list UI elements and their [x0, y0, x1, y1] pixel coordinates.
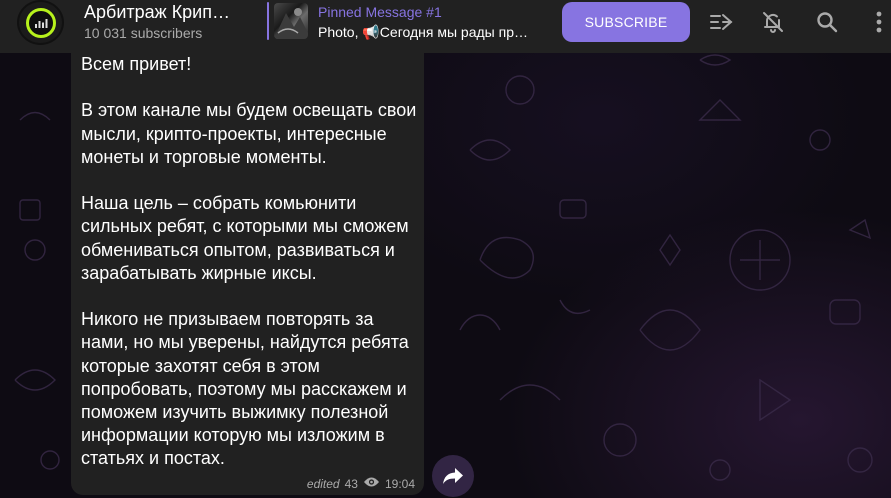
- pinned-indicator: [267, 2, 269, 40]
- live-stream-icon[interactable]: [708, 9, 734, 35]
- channel-header: Арбитраж Крип… 10 031 subscribers Pinned…: [0, 0, 891, 53]
- message-meta: edited 43 19:04: [307, 476, 415, 491]
- edited-label: edited: [306, 476, 340, 491]
- pinned-title: Pinned Message #1: [318, 4, 442, 20]
- more-vertical-icon[interactable]: [866, 9, 891, 35]
- mute-bell-icon[interactable]: [760, 9, 786, 35]
- channel-title[interactable]: Арбитраж Крип…: [84, 2, 230, 23]
- message-text: Всем привет! В этом канале мы будем осве…: [81, 54, 417, 469]
- chart-logo-icon: [25, 7, 56, 38]
- subscribe-button[interactable]: SUBSCRIBE: [562, 2, 690, 42]
- message-bubble[interactable]: Всем привет! В этом канале мы будем осве…: [71, 53, 424, 495]
- pinned-message[interactable]: Pinned Message #1 Photo, 📢Сегодня мы рад…: [267, 0, 547, 42]
- search-icon[interactable]: [814, 9, 840, 35]
- message-time: 19:04: [384, 476, 415, 491]
- channel-avatar[interactable]: [17, 0, 64, 45]
- forward-button[interactable]: [432, 455, 474, 497]
- subscriber-count: 10 031 subscribers: [84, 25, 203, 41]
- view-count: 43: [344, 476, 358, 491]
- share-arrow-icon: [443, 468, 463, 484]
- pinned-thumbnail: [274, 3, 308, 39]
- pinned-preview: Photo, 📢Сегодня мы рады пр…: [318, 24, 528, 40]
- eye-icon: [363, 476, 380, 491]
